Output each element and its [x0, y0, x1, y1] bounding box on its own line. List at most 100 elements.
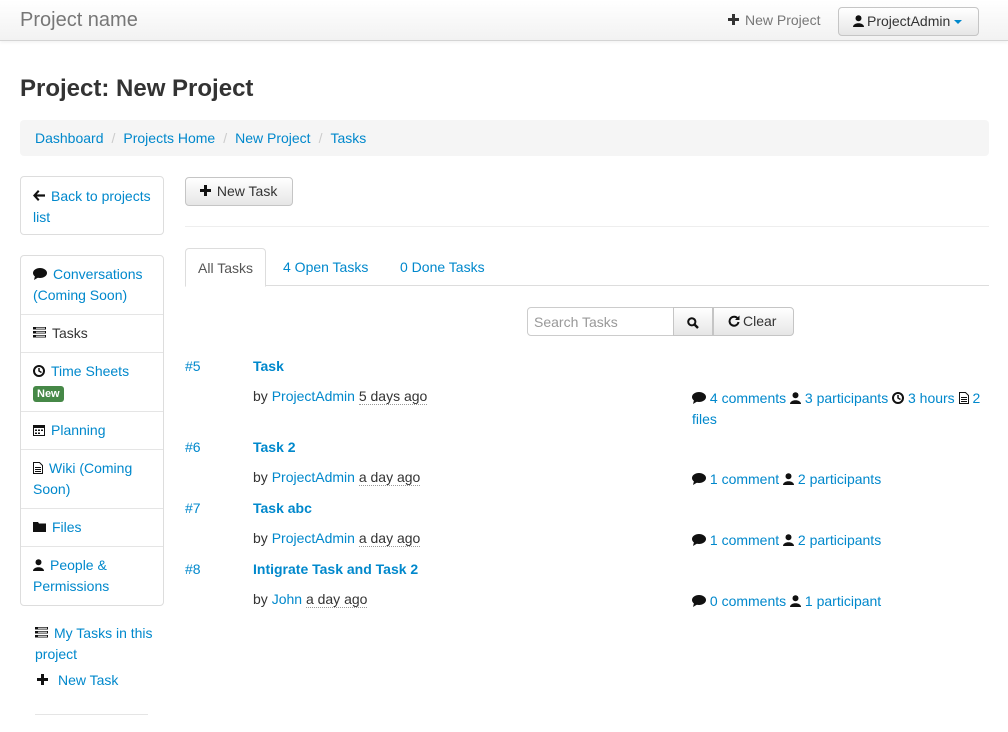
comment-icon — [692, 533, 706, 546]
task-title[interactable]: Task abc — [253, 500, 312, 516]
breadcrumb-project[interactable]: New Project — [235, 130, 310, 146]
page-title: Project: New Project — [20, 75, 254, 102]
divider — [35, 714, 148, 715]
user-menu-button[interactable]: ProjectAdmin — [838, 7, 979, 36]
folder-icon — [33, 522, 46, 533]
task-author-line: by ProjectAdmin a day ago — [253, 469, 421, 486]
author-link[interactable]: ProjectAdmin — [272, 469, 355, 485]
file-icon — [958, 391, 969, 404]
comments-link[interactable]: 4 comments — [710, 390, 786, 406]
sidebar-item-label: Tasks — [52, 325, 88, 341]
sidebar-item-wiki[interactable]: Wiki (Coming Soon) — [21, 450, 163, 509]
task-author-line: by John a day ago — [253, 591, 368, 608]
sidebar-item-label: Conversations (Coming Soon) — [33, 266, 143, 303]
new-project-link[interactable]: New Project — [728, 12, 820, 28]
author-link[interactable]: John — [272, 591, 302, 607]
by-label: by — [253, 530, 268, 546]
user-icon — [853, 14, 864, 27]
task-number[interactable]: #7 — [185, 500, 201, 516]
top-navbar: Project name New Project ProjectAdmin — [0, 0, 1008, 41]
task-item: #6 Task 2 by ProjectAdmin a day ago 1 co… — [185, 439, 989, 489]
participants-link[interactable]: 1 participant — [805, 593, 881, 609]
task-author-line: by ProjectAdmin 5 days ago — [253, 388, 428, 405]
sidebar-item-people[interactable]: People & Permissions — [21, 547, 163, 605]
task-item: #8 Intigrate Task and Task 2 by John a d… — [185, 561, 989, 611]
sidebar-new-task-link[interactable]: New Task — [35, 672, 118, 688]
new-project-label: New Project — [745, 12, 821, 28]
file-icon — [33, 461, 43, 474]
search-input[interactable] — [527, 307, 674, 336]
clock-icon — [892, 391, 905, 404]
refresh-icon — [728, 315, 740, 327]
task-title[interactable]: Intigrate Task and Task 2 — [253, 561, 418, 577]
brand-link[interactable]: Project name — [20, 9, 138, 32]
breadcrumb-tasks[interactable]: Tasks — [330, 130, 366, 146]
calendar-icon — [33, 424, 45, 436]
comment-icon — [692, 391, 706, 404]
breadcrumb-separator: / — [111, 130, 116, 146]
breadcrumb-separator: / — [223, 130, 228, 146]
breadcrumb-dashboard[interactable]: Dashboard — [35, 130, 104, 146]
sidebar-item-planning[interactable]: Planning — [21, 412, 163, 450]
author-link[interactable]: ProjectAdmin — [272, 530, 355, 546]
tab-open-tasks[interactable]: 4 Open Tasks — [271, 248, 380, 286]
arrow-left-icon — [33, 190, 45, 202]
participants-link[interactable]: 2 participants — [798, 471, 881, 487]
sidebar-item-tasks[interactable]: Tasks — [21, 315, 163, 353]
sidebar-item-conversations[interactable]: Conversations (Coming Soon) — [21, 256, 163, 315]
search-icon — [687, 317, 699, 330]
my-tasks-label: My Tasks in this project — [35, 625, 153, 662]
comment-icon — [692, 472, 706, 485]
tab-all-tasks[interactable]: All Tasks — [185, 248, 266, 287]
author-link[interactable]: ProjectAdmin — [272, 388, 355, 404]
new-task-label: New Task — [58, 672, 119, 688]
sidebar-item-time-sheets[interactable]: Time Sheets New — [21, 353, 163, 412]
divider — [185, 226, 989, 227]
task-time: 5 days ago — [358, 388, 428, 405]
task-number[interactable]: #5 — [185, 358, 201, 374]
hours-link[interactable]: 3 hours — [908, 390, 955, 406]
sidebar-item-label: Time Sheets — [51, 363, 130, 379]
user-icon — [783, 533, 795, 546]
task-time: a day ago — [305, 591, 368, 608]
task-author-line: by ProjectAdmin a day ago — [253, 530, 421, 547]
my-tasks-link[interactable]: My Tasks in this project — [35, 625, 153, 662]
clear-button[interactable]: Clear — [713, 307, 794, 336]
new-task-button[interactable]: New Task — [185, 177, 293, 206]
back-to-projects-link[interactable]: Back to projects list — [33, 188, 151, 225]
comments-link[interactable]: 0 comments — [710, 593, 786, 609]
by-label: by — [253, 591, 268, 607]
tab-done-tasks[interactable]: 0 Done Tasks — [388, 248, 497, 286]
sidebar-item-label: Wiki (Coming Soon) — [33, 460, 133, 497]
user-name: ProjectAdmin — [867, 13, 951, 29]
task-meta: 1 comment 2 participants — [692, 530, 992, 551]
participants-link[interactable]: 2 participants — [798, 532, 881, 548]
clock-icon — [33, 364, 45, 377]
sidebar-item-label: Planning — [51, 422, 106, 438]
task-item: #5 Task by ProjectAdmin 5 days ago 4 com… — [185, 358, 989, 428]
participants-link[interactable]: 3 participants — [805, 390, 888, 406]
project-sidebar-nav: Conversations (Coming Soon) Tasks Time S… — [20, 255, 164, 606]
sidebar-extra-links: My Tasks in this project New Task — [35, 623, 165, 696]
by-label: by — [253, 469, 268, 485]
task-title[interactable]: Task — [253, 358, 284, 374]
comment-icon — [33, 267, 47, 280]
caret-down-icon — [954, 20, 963, 25]
search-button[interactable] — [673, 307, 713, 336]
plus-icon — [200, 185, 211, 197]
task-title[interactable]: Task 2 — [253, 439, 296, 455]
back-label: Back to projects list — [33, 188, 151, 225]
breadcrumb-separator: / — [318, 130, 323, 146]
task-meta: 0 comments 1 participant — [692, 591, 992, 612]
task-time: a day ago — [358, 469, 421, 486]
task-number[interactable]: #8 — [185, 561, 201, 577]
sidebar-item-files[interactable]: Files — [21, 509, 163, 547]
clear-label: Clear — [743, 313, 777, 329]
task-number[interactable]: #6 — [185, 439, 201, 455]
comments-link[interactable]: 1 comment — [710, 471, 779, 487]
new-badge: New — [33, 386, 64, 402]
comments-link[interactable]: 1 comment — [710, 532, 779, 548]
tasks-icon — [35, 627, 48, 638]
user-icon — [790, 594, 802, 607]
breadcrumb-projects-home[interactable]: Projects Home — [123, 130, 215, 146]
